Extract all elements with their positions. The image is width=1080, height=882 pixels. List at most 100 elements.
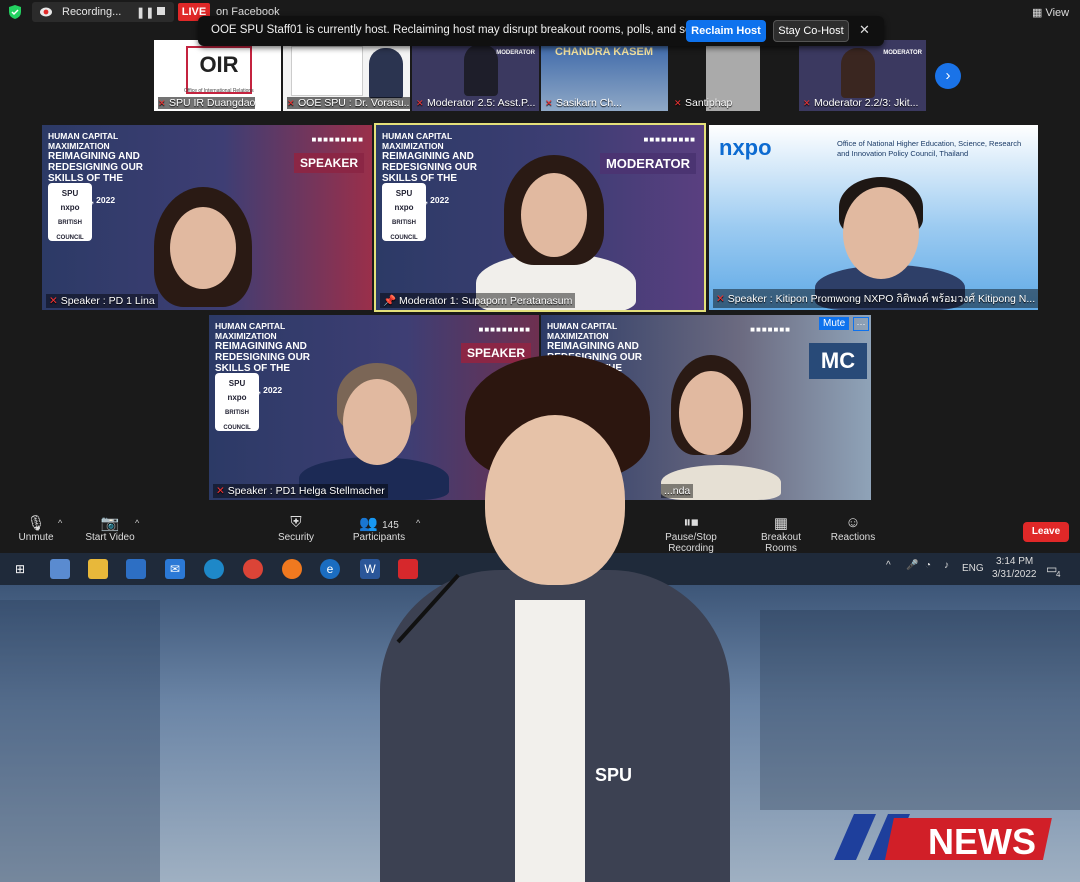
participant-face xyxy=(170,207,236,289)
tile-name: Moderator 1: Supaporn Peratanasum xyxy=(399,295,573,307)
firefox-icon[interactable] xyxy=(282,559,302,579)
mic-muted-icon: ✕ xyxy=(158,98,166,108)
oir-logo: OIR xyxy=(186,46,252,94)
tile-name: Speaker : PD 1 Lina xyxy=(60,295,155,307)
recording-label: Recording... xyxy=(62,6,122,18)
thumbnail-video[interactable]: ✕ Santiphap xyxy=(670,40,797,111)
reclaim-host-button[interactable]: Reclaim Host xyxy=(686,20,766,42)
mic-muted-icon: ✕ xyxy=(49,295,61,307)
store-icon[interactable] xyxy=(126,559,146,579)
recording-button[interactable]: ⏸⏹ Pause/Stop Recording xyxy=(646,514,736,554)
background-building xyxy=(760,610,1080,810)
thumbnail-name: Sasikarn Ch... xyxy=(556,97,622,109)
view-button[interactable]: ▦ View xyxy=(1032,6,1069,19)
chevron-right-icon: › xyxy=(945,67,951,84)
internet-explorer-icon[interactable]: e xyxy=(320,559,340,579)
oir-logo-caption: Office of International Relations xyxy=(184,88,254,94)
flags-strip: ■■■■■■■■■ xyxy=(311,135,364,144)
shared-document xyxy=(291,46,363,96)
leave-button[interactable]: Leave xyxy=(1023,522,1069,542)
mic-muted-icon: ✕ xyxy=(674,98,682,108)
language-indicator[interactable]: ENG xyxy=(962,563,984,574)
chrome-icon[interactable] xyxy=(243,559,263,579)
thumbnail-video[interactable]: ✕ OOE SPU : Dr. Vorasu... xyxy=(283,40,410,111)
acrobat-icon[interactable] xyxy=(398,559,418,579)
mail-icon[interactable]: ✉ xyxy=(165,559,185,579)
presenter-shirt xyxy=(515,600,585,882)
next-page-button[interactable]: › xyxy=(935,63,961,89)
windows-start-icon[interactable]: ⊞ xyxy=(10,559,30,579)
chevron-up-icon[interactable]: ^ xyxy=(135,518,139,528)
mic-muted-icon: ✕ xyxy=(545,98,553,108)
thumbnail-video[interactable]: MODERATOR ✕ Moderator 2.2/3: Jkit... xyxy=(799,40,926,111)
participants-button[interactable]: 👥 145 Participants xyxy=(350,514,408,543)
word-icon[interactable]: W xyxy=(360,559,380,579)
thumbnail-video[interactable]: MODERATOR ✕ Moderator 2.5: Asst.P... xyxy=(412,40,539,111)
svg-text:NEWS: NEWS xyxy=(928,821,1036,862)
role-badge: MODERATOR xyxy=(883,50,922,56)
thumbnail-video[interactable]: CHANDRA KASEM ✕ Sasikarn Ch... xyxy=(541,40,668,111)
flags-strip: ■■■■■■■■■ xyxy=(478,325,531,334)
pause-stop-icon: ⏸⏹ xyxy=(683,514,699,531)
breakout-rooms-button[interactable]: ▦ Breakout Rooms xyxy=(744,514,818,554)
role-badge: SPEAKER xyxy=(293,153,364,173)
pause-recording-button[interactable]: ❚❚ xyxy=(136,6,154,19)
unmute-button[interactable]: 🎙 Unmute xyxy=(14,514,58,543)
mic-muted-icon: ✕ xyxy=(716,293,728,305)
people-icon: 👥 145 xyxy=(359,515,399,532)
virtual-background-text: CHANDRA KASEM xyxy=(555,46,653,58)
sponsor-logos: SPU nxpo BRITISH COUNCIL xyxy=(48,183,92,241)
edge-icon[interactable] xyxy=(204,559,224,579)
video-tile[interactable]: HUMAN CAPITAL MAXIMIZATION REIMAGINING AN… xyxy=(42,125,372,310)
stay-cohost-button[interactable]: Stay Co-Host xyxy=(773,20,849,42)
pin-icon: 📌 xyxy=(383,295,399,307)
cloud-recording-icon xyxy=(40,7,52,17)
volume-icon[interactable]: ♪ xyxy=(944,560,949,571)
flags-strip: ■■■■■■■■■ xyxy=(643,135,696,144)
sponsor-logos: SPU nxpo BRITISH COUNCIL xyxy=(382,183,426,241)
background-building xyxy=(0,600,160,882)
tile-name: ...nda xyxy=(664,485,691,497)
banner-message: OOE SPU Staff01 is currently host. Recla… xyxy=(211,24,746,36)
mic-muted-icon: ✕ xyxy=(216,485,228,497)
start-video-button[interactable]: 📷 Start Video xyxy=(82,514,138,543)
mic-muted-icon: ✕ xyxy=(803,98,811,108)
mute-participant-button[interactable]: Mute xyxy=(819,317,850,330)
thumbnail-name: SPU IR Duangdao xyxy=(169,97,256,109)
wifi-icon[interactable]: ◔ xyxy=(925,560,931,571)
role-badge: MODERATOR xyxy=(496,50,535,56)
file-icon[interactable] xyxy=(50,559,70,579)
camera-off-icon: 📷 xyxy=(100,515,120,532)
chevron-up-icon[interactable]: ^ xyxy=(58,518,62,528)
nxpo-caption: Office of National Higher Education, Sci… xyxy=(837,139,1022,158)
mic-icon[interactable]: 🎤 xyxy=(906,560,918,571)
more-options-button[interactable]: ··· xyxy=(853,317,869,331)
thumbnail-name: Moderator 2.2/3: Jkit... xyxy=(814,97,919,109)
thumbnail-video[interactable]: OIR Office of International Relations ✕ S… xyxy=(154,40,281,111)
sponsor-logos: SPU nxpo BRITISH COUNCIL xyxy=(215,373,259,431)
close-icon[interactable]: ✕ xyxy=(859,22,870,38)
security-button[interactable]: ⛨ Security xyxy=(273,514,319,543)
notification-count: 4 xyxy=(1056,570,1061,579)
reactions-button[interactable]: ☺ Reactions xyxy=(830,514,876,543)
chevron-up-icon[interactable]: ^ xyxy=(416,518,420,528)
shield-icon: ⛨ xyxy=(290,514,302,531)
shield-icon[interactable] xyxy=(9,5,21,19)
clock-date[interactable]: 3/31/2022 xyxy=(992,569,1037,580)
participant-figure xyxy=(464,44,498,96)
grid-icon: ▦ xyxy=(773,515,789,532)
active-speaker-tile[interactable]: HUMAN CAPITAL MAXIMIZATION REIMAGINING AN… xyxy=(374,123,706,312)
participant-figure xyxy=(841,48,875,98)
tile-name: Speaker : Kitipon Promwong NXPO กิติพงค์… xyxy=(727,293,1036,305)
clock-time[interactable]: 3:14 PM xyxy=(996,556,1033,567)
chevron-up-icon[interactable]: ^ xyxy=(886,560,891,571)
stop-recording-button[interactable] xyxy=(157,7,165,15)
role-badge: MC xyxy=(809,343,867,379)
thumbnail-name: Santiphap xyxy=(685,97,733,109)
folder-icon[interactable] xyxy=(88,559,108,579)
thumbnail-name: OOE SPU : Dr. Vorasu... xyxy=(298,97,410,109)
flags-strip: ■■■■■■■ xyxy=(750,325,791,334)
mic-muted-icon: ✕ xyxy=(416,98,424,108)
video-tile[interactable]: nxpo Office of National Higher Education… xyxy=(709,125,1038,310)
grid-icon: ▦ xyxy=(1032,7,1046,19)
